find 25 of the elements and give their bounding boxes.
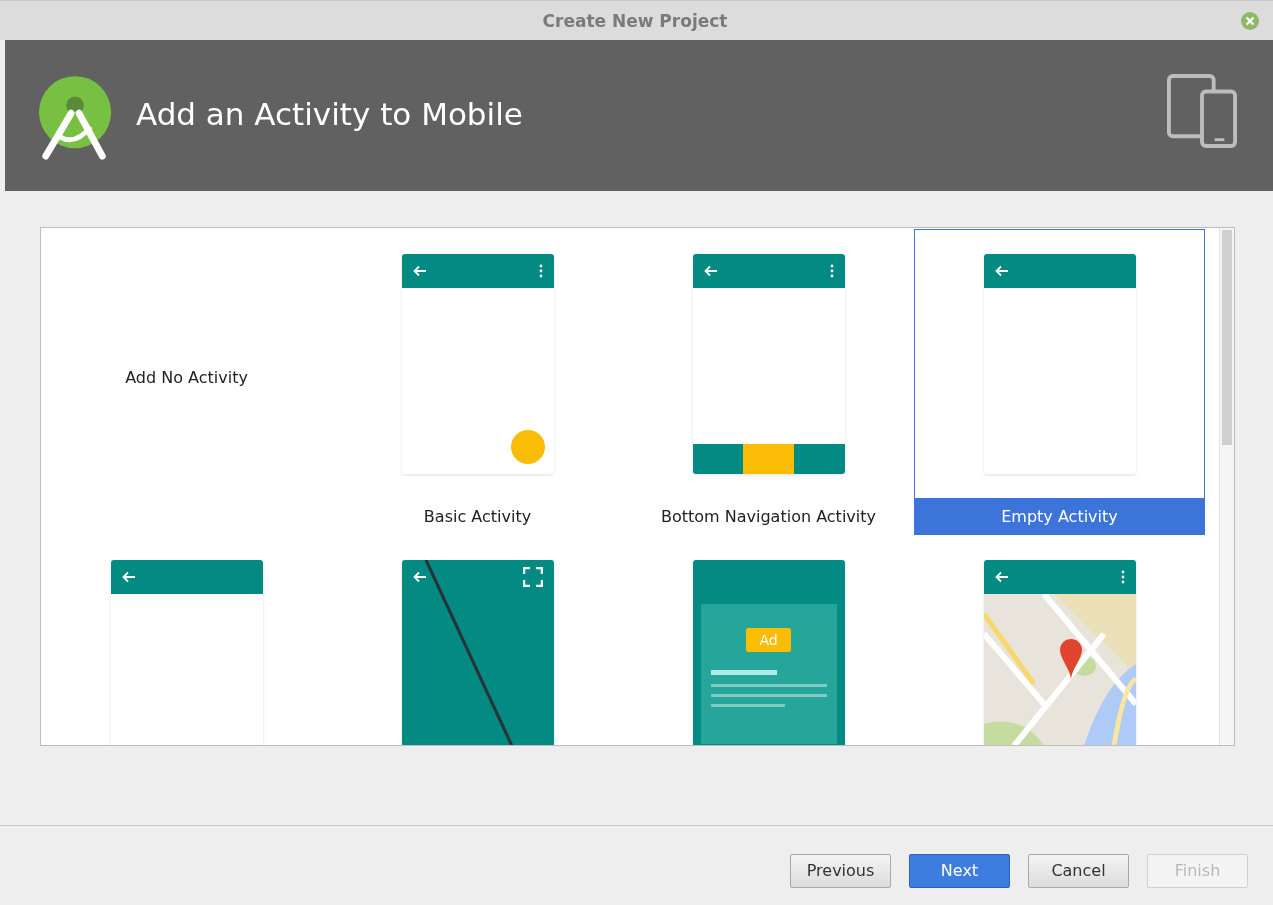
template-tile[interactable]: Basic Activity [332, 229, 623, 535]
dialog-button[interactable]: Previous [790, 853, 891, 888]
back-arrow-icon [703, 264, 718, 278]
dialog-button[interactable]: Cancel [1028, 853, 1129, 888]
back-arrow-icon [994, 264, 1009, 278]
ad-badge: Ad [746, 628, 791, 652]
more-menu-icon [1120, 570, 1125, 584]
fullscreen-icon [522, 567, 543, 587]
more-menu-icon [538, 264, 543, 278]
header-title: Add an Activity to Mobile [136, 95, 524, 132]
back-arrow-icon [412, 570, 427, 584]
template-tile[interactable]: Add No Activity [41, 229, 332, 535]
window-title: Create New Project [541, 10, 729, 31]
back-arrow-icon [121, 570, 136, 584]
dialog-button[interactable]: Next [909, 853, 1010, 888]
more-menu-icon [829, 264, 834, 278]
close-icon[interactable] [1240, 10, 1260, 31]
back-arrow-icon [412, 264, 427, 278]
scrollbar-thumb[interactable] [1222, 230, 1232, 445]
fab-icon [510, 430, 545, 464]
back-arrow-icon [994, 570, 1009, 584]
template-tile[interactable]: Bottom Navigation Activity [623, 229, 914, 535]
text-lines-icon [710, 670, 827, 707]
template-tile[interactable]: Empty Activity [914, 229, 1205, 535]
devices-icon [1167, 73, 1237, 148]
